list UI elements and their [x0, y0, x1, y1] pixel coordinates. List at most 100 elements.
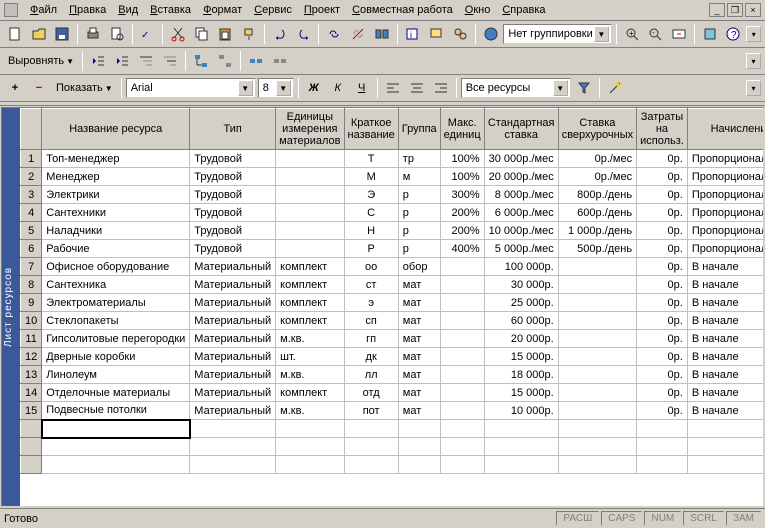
- cell-short[interactable]: Н: [344, 222, 398, 240]
- zoom-in-icon[interactable]: +: [621, 23, 643, 45]
- level1-icon[interactable]: [135, 50, 157, 72]
- cell-max[interactable]: [440, 312, 484, 330]
- cell-over[interactable]: [558, 402, 636, 420]
- row-header[interactable]: 9: [21, 294, 42, 312]
- chevron-down-icon[interactable]: ▼: [238, 80, 253, 96]
- spellcheck-icon[interactable]: ✓: [137, 23, 159, 45]
- goto-icon[interactable]: [668, 23, 690, 45]
- table-row[interactable]: 8СантехникаМатериальныйкомплектстмат30 0…: [21, 276, 764, 294]
- menu-Совместная работа[interactable]: Совместная работа: [346, 2, 459, 18]
- copy-pic-icon[interactable]: [699, 23, 721, 45]
- cell-cost[interactable]: 0р.: [637, 402, 688, 420]
- cell-group[interactable]: р: [398, 204, 440, 222]
- cell-cost[interactable]: 0р.: [637, 330, 688, 348]
- col-header[interactable]: Затраты на использ.: [637, 109, 688, 150]
- note-icon[interactable]: [425, 23, 447, 45]
- cell-type[interactable]: Материальный: [190, 276, 276, 294]
- publish-icon[interactable]: [480, 23, 502, 45]
- cell-rate[interactable]: 6 000р./мес: [484, 204, 558, 222]
- group-combo[interactable]: Нет группировки▼: [503, 24, 611, 44]
- cell-name[interactable]: Топ-менеджер: [42, 150, 190, 168]
- cell-max[interactable]: 200%: [440, 204, 484, 222]
- cell-over[interactable]: 600р./день: [558, 204, 636, 222]
- cell-rate[interactable]: 15 000р.: [484, 348, 558, 366]
- cell-rate[interactable]: 15 000р.: [484, 384, 558, 402]
- cell-unit[interactable]: комплект: [276, 294, 344, 312]
- expand-icon[interactable]: +: [4, 77, 26, 99]
- cell-group[interactable]: мат: [398, 348, 440, 366]
- cell-short[interactable]: Э: [344, 186, 398, 204]
- cell-acc[interactable]: Пропорциональное: [687, 204, 763, 222]
- cell-name[interactable]: Наладчики: [42, 222, 190, 240]
- menu-Формат[interactable]: Формат: [197, 2, 248, 18]
- cell-rate[interactable]: 18 000р.: [484, 366, 558, 384]
- cell-max[interactable]: 200%: [440, 222, 484, 240]
- outdent-icon[interactable]: [87, 50, 109, 72]
- cell-short[interactable]: оо: [344, 258, 398, 276]
- cell-acc[interactable]: В начале: [687, 402, 763, 420]
- cut-icon[interactable]: [167, 23, 189, 45]
- cell-unit[interactable]: м.кв.: [276, 366, 344, 384]
- table-row[interactable]: 9ЭлектроматериалыМатериальныйкомплектэма…: [21, 294, 764, 312]
- row-header[interactable]: 3: [21, 186, 42, 204]
- table-row[interactable]: 11Гипсолитовые перегородкиМатериальныйм.…: [21, 330, 764, 348]
- cell-max[interactable]: [440, 258, 484, 276]
- cell-unit[interactable]: комплект: [276, 276, 344, 294]
- print-preview-icon[interactable]: [106, 23, 128, 45]
- col-header[interactable]: Стандартная ставка: [484, 109, 558, 150]
- indent-icon[interactable]: [111, 50, 133, 72]
- cell-unit[interactable]: [276, 240, 344, 258]
- format-painter-icon[interactable]: [238, 23, 260, 45]
- row-header[interactable]: 6: [21, 240, 42, 258]
- col-header[interactable]: Группа: [398, 109, 440, 150]
- row-header[interactable]: 2: [21, 168, 42, 186]
- cell-name[interactable]: Электрики: [42, 186, 190, 204]
- toolbar-options-icon[interactable]: ▾: [746, 53, 761, 69]
- cell-name[interactable]: Электроматериалы: [42, 294, 190, 312]
- cell-group[interactable]: мат: [398, 366, 440, 384]
- structure1-icon[interactable]: [190, 50, 212, 72]
- link-icon[interactable]: [323, 23, 345, 45]
- cell-short[interactable]: э: [344, 294, 398, 312]
- paste-icon[interactable]: [215, 23, 237, 45]
- cell-over[interactable]: [558, 276, 636, 294]
- cell-over[interactable]: [558, 258, 636, 276]
- cell-over[interactable]: [558, 294, 636, 312]
- cell-cost[interactable]: 0р.: [637, 222, 688, 240]
- cell-max[interactable]: [440, 330, 484, 348]
- cell-group[interactable]: м: [398, 168, 440, 186]
- menu-Окно[interactable]: Окно: [459, 2, 497, 18]
- row-header[interactable]: 13: [21, 366, 42, 384]
- cell-short[interactable]: пот: [344, 402, 398, 420]
- cell-over[interactable]: 1 000р./день: [558, 222, 636, 240]
- table-row[interactable]: 2МенеджерТрудовойМм100%20 000р./мес0р./м…: [21, 168, 764, 186]
- table-row[interactable]: 13ЛинолеумМатериальныйм.кв.ллмат18 000р.…: [21, 366, 764, 384]
- row-header[interactable]: 7: [21, 258, 42, 276]
- cell-name[interactable]: Отделочные материалы: [42, 384, 190, 402]
- align-right-icon[interactable]: [430, 77, 452, 99]
- level2-icon[interactable]: [159, 50, 181, 72]
- row-header[interactable]: 4: [21, 204, 42, 222]
- cell-group[interactable]: мат: [398, 384, 440, 402]
- help-icon[interactable]: ?: [723, 23, 745, 45]
- cell-max[interactable]: [440, 294, 484, 312]
- cell-unit[interactable]: м.кв.: [276, 402, 344, 420]
- save-icon[interactable]: [51, 23, 73, 45]
- cell-rate[interactable]: 30 000р.: [484, 276, 558, 294]
- cell-cost[interactable]: 0р.: [637, 312, 688, 330]
- cell-group[interactable]: р: [398, 240, 440, 258]
- cell-type[interactable]: Трудовой: [190, 204, 276, 222]
- cell-rate[interactable]: 100 000р.: [484, 258, 558, 276]
- cell-over[interactable]: [558, 366, 636, 384]
- cell-unit[interactable]: комплект: [276, 312, 344, 330]
- cell-group[interactable]: мат: [398, 312, 440, 330]
- cell-cost[interactable]: 0р.: [637, 366, 688, 384]
- cell-acc[interactable]: В начале: [687, 294, 763, 312]
- filter-combo[interactable]: Все ресурсы▼: [461, 78, 571, 98]
- cell-type[interactable]: Материальный: [190, 294, 276, 312]
- menu-Справка[interactable]: Справка: [496, 2, 551, 18]
- underline-icon[interactable]: Ч: [351, 77, 373, 99]
- cell-rate[interactable]: 30 000р./мес: [484, 150, 558, 168]
- cell-type[interactable]: Материальный: [190, 384, 276, 402]
- autofilter-icon[interactable]: [573, 77, 595, 99]
